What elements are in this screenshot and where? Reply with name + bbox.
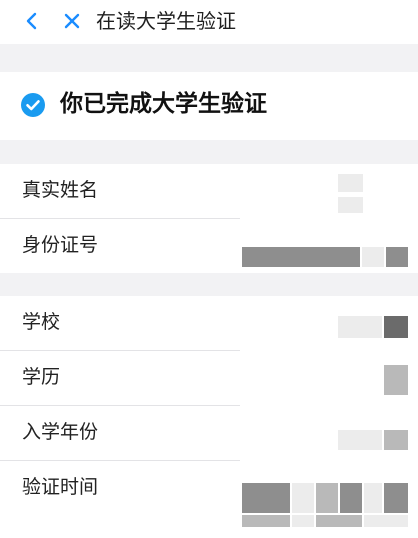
redacted-real-name <box>338 174 363 192</box>
redacted-id-number <box>362 247 384 267</box>
status-message: 你已完成大学生验证 <box>60 91 267 117</box>
section-gap <box>0 44 418 72</box>
school-label: 学校 <box>22 311 61 333</box>
education-level-label: 学历 <box>22 366 61 388</box>
real-name-row: 真实姓名 <box>0 164 418 219</box>
id-number-row: 身份证号 <box>0 219 418 273</box>
top-navigation-bar: 在读大学生验证 <box>0 0 418 44</box>
education-info-card: 学校 学历 入学年份 验证时间 <box>0 296 418 515</box>
section-gap <box>0 140 418 164</box>
section-gap <box>0 273 418 296</box>
real-name-label: 真实姓名 <box>22 179 99 201</box>
redacted-verification-time <box>340 483 362 513</box>
education-level-row: 学历 <box>0 351 418 406</box>
enrollment-year-label: 入学年份 <box>22 421 99 443</box>
back-button[interactable] <box>18 7 46 35</box>
check-circle-icon <box>21 93 45 117</box>
redacted-fragment <box>364 515 408 527</box>
redacted-school <box>384 316 408 338</box>
redacted-enrollment-year <box>338 430 382 450</box>
verification-status: 你已完成大学生验证 <box>0 72 418 140</box>
redacted-verification-time <box>316 483 338 513</box>
redacted-verification-time <box>364 483 382 513</box>
redacted-fragment <box>242 515 290 527</box>
id-number-label: 身份证号 <box>22 234 99 256</box>
redacted-enrollment-year <box>384 430 408 450</box>
close-button[interactable] <box>58 7 86 35</box>
personal-info-card: 真实姓名 身份证号 <box>0 164 418 273</box>
redacted-id-number <box>386 247 408 267</box>
page-title: 在读大学生验证 <box>96 9 236 33</box>
redacted-verification-time <box>242 483 290 513</box>
redacted-education-level <box>384 365 408 395</box>
redacted-id-number <box>242 247 360 267</box>
chevron-left-icon <box>26 12 37 30</box>
verification-time-label: 验证时间 <box>22 476 99 498</box>
school-row: 学校 <box>0 296 418 351</box>
close-icon <box>64 13 80 29</box>
enrollment-year-row: 入学年份 <box>0 406 418 461</box>
redacted-fragment <box>292 515 314 527</box>
redacted-fragment <box>316 515 362 527</box>
redacted-real-name <box>338 197 363 213</box>
bottom-edge <box>0 515 418 538</box>
verification-time-row: 验证时间 <box>0 461 418 515</box>
redacted-verification-time <box>292 483 314 513</box>
redacted-school <box>338 316 382 338</box>
redacted-verification-time <box>384 483 408 513</box>
